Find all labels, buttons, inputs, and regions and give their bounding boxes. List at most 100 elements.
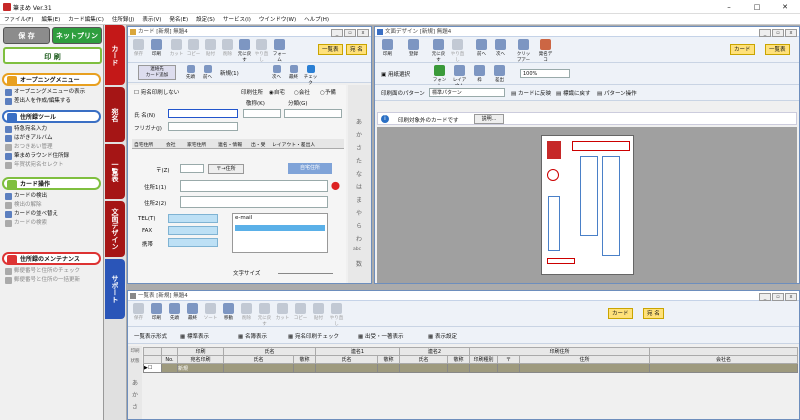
tab-atena[interactable]: 宛名 xyxy=(105,87,125,142)
display-settings-button[interactable]: ▦ 表示設定 xyxy=(428,332,457,340)
section-card-ops[interactable]: カード操作 xyxy=(2,177,101,190)
menu-window[interactable]: ウインドウ(W) xyxy=(255,14,300,24)
last-button[interactable]: 最終 xyxy=(285,65,302,80)
list-item[interactable]: はがきアルバム xyxy=(5,134,103,143)
index-a[interactable]: あ xyxy=(129,378,141,387)
redo-tool[interactable]: やり直し xyxy=(449,39,466,63)
tab-joint-info[interactable]: 連名・情報 xyxy=(218,141,242,148)
list-item[interactable]: 年賀状宛名セレクト xyxy=(5,161,103,170)
index-na[interactable]: な xyxy=(353,169,365,178)
radio-spare[interactable]: ○予備 xyxy=(320,88,336,96)
move-tool[interactable]: 移動 xyxy=(220,303,237,321)
no-print-checkbox[interactable]: ☐ 宛名印刷しない xyxy=(134,88,179,96)
window-minimize[interactable]: _ xyxy=(331,29,343,37)
list-item[interactable]: 郵便番号と住所の一括更新 xyxy=(5,276,103,285)
list-button[interactable]: 一覧表 xyxy=(318,44,343,55)
menu-card-edit[interactable]: カード編集(C) xyxy=(64,14,108,24)
index-wa[interactable]: わ xyxy=(353,234,365,243)
list-item[interactable]: 筆まめラウンド住所録 xyxy=(5,152,103,161)
copy-tool[interactable]: コピー xyxy=(185,39,202,57)
list-item[interactable]: 検出の解除 xyxy=(5,201,103,210)
home-address-button[interactable]: 自宅住所 xyxy=(288,163,332,174)
index-ya[interactable]: や xyxy=(353,208,365,217)
undo-tool[interactable]: 元に戻す xyxy=(256,303,273,327)
index-ka[interactable]: か xyxy=(353,130,365,139)
register-tool[interactable]: 登録 xyxy=(405,39,422,57)
index-sa[interactable]: さ xyxy=(353,143,365,152)
save-button[interactable]: 保 存 xyxy=(3,27,50,44)
section-address-tools[interactable]: 住所録ツール xyxy=(2,110,101,123)
delete-tool[interactable]: 削除 xyxy=(238,303,255,321)
maximize-button[interactable]: □ xyxy=(748,2,766,12)
index-ha[interactable]: は xyxy=(353,182,365,191)
save-tool[interactable]: 保存 xyxy=(130,39,147,57)
pattern-op-button[interactable]: ▤ パターン操作 xyxy=(597,89,637,97)
list-item[interactable]: 郵便番号と住所のチェック xyxy=(5,267,103,276)
check-button[interactable]: チェック xyxy=(302,65,319,86)
standard-view-button[interactable]: ▦ 標準表示 xyxy=(180,332,209,340)
font-size-slider[interactable] xyxy=(278,273,333,274)
index-ra[interactable]: ら xyxy=(353,221,365,230)
index-ka[interactable]: か xyxy=(129,390,141,399)
atena-button[interactable]: 宛 名 xyxy=(346,44,367,55)
list-item[interactable]: オープニングメニューの表示 xyxy=(5,88,103,97)
zoom-select[interactable]: 100% xyxy=(520,69,570,78)
redo-tool[interactable]: やり直し xyxy=(328,303,345,327)
tel-input[interactable] xyxy=(168,214,218,223)
save-tool[interactable]: 保存 xyxy=(130,303,147,321)
tab-list[interactable]: 一覧表 xyxy=(105,144,125,199)
table-row[interactable]: ▶☐ 新規 xyxy=(143,363,798,373)
list-item[interactable]: 特急宛名入力 xyxy=(5,125,103,134)
delete-tool[interactable]: 削除 xyxy=(219,39,236,57)
paper-select-button[interactable]: ▣ 用紙選択 xyxy=(381,70,410,78)
window-restore[interactable]: ▫ xyxy=(772,293,784,301)
tab-company[interactable]: 会社 xyxy=(166,141,176,148)
radio-home[interactable]: ◉自宅 xyxy=(269,88,285,96)
map-pin-icon[interactable]: ⬤ xyxy=(331,181,341,191)
undo-tool[interactable]: 元に戻す xyxy=(430,39,447,63)
redo-tool[interactable]: やり直し xyxy=(253,39,270,63)
print-button[interactable]: 印 刷 xyxy=(3,47,102,64)
list-button[interactable]: 一覧表 xyxy=(765,44,790,55)
menu-file[interactable]: ファイル(F) xyxy=(0,14,37,24)
next-button[interactable]: 次へ xyxy=(268,65,285,80)
apply-to-card-button[interactable]: ▤ カードに反映 xyxy=(511,89,551,97)
tab-layout-sender[interactable]: レイアウト・差出人 xyxy=(272,141,315,148)
index-a[interactable]: あ xyxy=(353,117,365,126)
name-input[interactable] xyxy=(168,109,238,118)
section-opening[interactable]: オープニングメニュー xyxy=(2,73,101,86)
copy-tool[interactable]: コピー xyxy=(292,303,309,321)
menu-edit[interactable]: 編集(E) xyxy=(37,14,64,24)
mobile-input[interactable] xyxy=(168,238,218,247)
deco-tool[interactable]: 発名デコ xyxy=(537,39,554,63)
radio-company[interactable]: ○会社 xyxy=(294,88,310,96)
roster-view-button[interactable]: ▦ 名簿表示 xyxy=(238,332,267,340)
window-minimize[interactable]: _ xyxy=(759,29,771,37)
address1-input[interactable] xyxy=(180,180,328,192)
card-button[interactable]: カード xyxy=(608,308,633,319)
print-tool[interactable]: 印刷 xyxy=(148,39,165,57)
tab-design[interactable]: 文面デザイン xyxy=(105,201,125,257)
list-item[interactable]: おつきあい管理 xyxy=(5,143,103,152)
address2-input[interactable] xyxy=(180,196,328,208)
tab-sent-received[interactable]: 出・受 xyxy=(251,141,265,148)
tab-card[interactable]: カード xyxy=(105,25,125,85)
menu-help[interactable]: ヘルプ(H) xyxy=(300,14,333,24)
index-ma[interactable]: ま xyxy=(353,195,365,204)
reset-button[interactable]: ▤ 標識に戻す xyxy=(556,89,590,97)
menu-atena[interactable]: 発名(E) xyxy=(165,14,192,24)
close-button[interactable]: ✕ xyxy=(776,2,794,12)
cut-tool[interactable]: カット xyxy=(274,303,291,321)
last-tool[interactable]: 最終 xyxy=(184,303,201,321)
prev-tool[interactable]: 前へ xyxy=(473,39,490,57)
index-num[interactable]: 数 xyxy=(353,259,365,268)
index-sa[interactable]: さ xyxy=(129,402,141,411)
explain-button[interactable]: 説明... xyxy=(474,114,504,124)
minimize-button[interactable]: – xyxy=(720,2,738,12)
sort-tool[interactable]: ソート xyxy=(202,303,219,321)
form-tool[interactable]: フォーム xyxy=(271,39,288,63)
card-button[interactable]: カード xyxy=(730,44,755,55)
section-maintenance[interactable]: 住所録のメンテナンス xyxy=(2,252,101,265)
window-restore[interactable]: ▫ xyxy=(344,29,356,37)
menu-view[interactable]: 表示(V) xyxy=(138,14,165,24)
